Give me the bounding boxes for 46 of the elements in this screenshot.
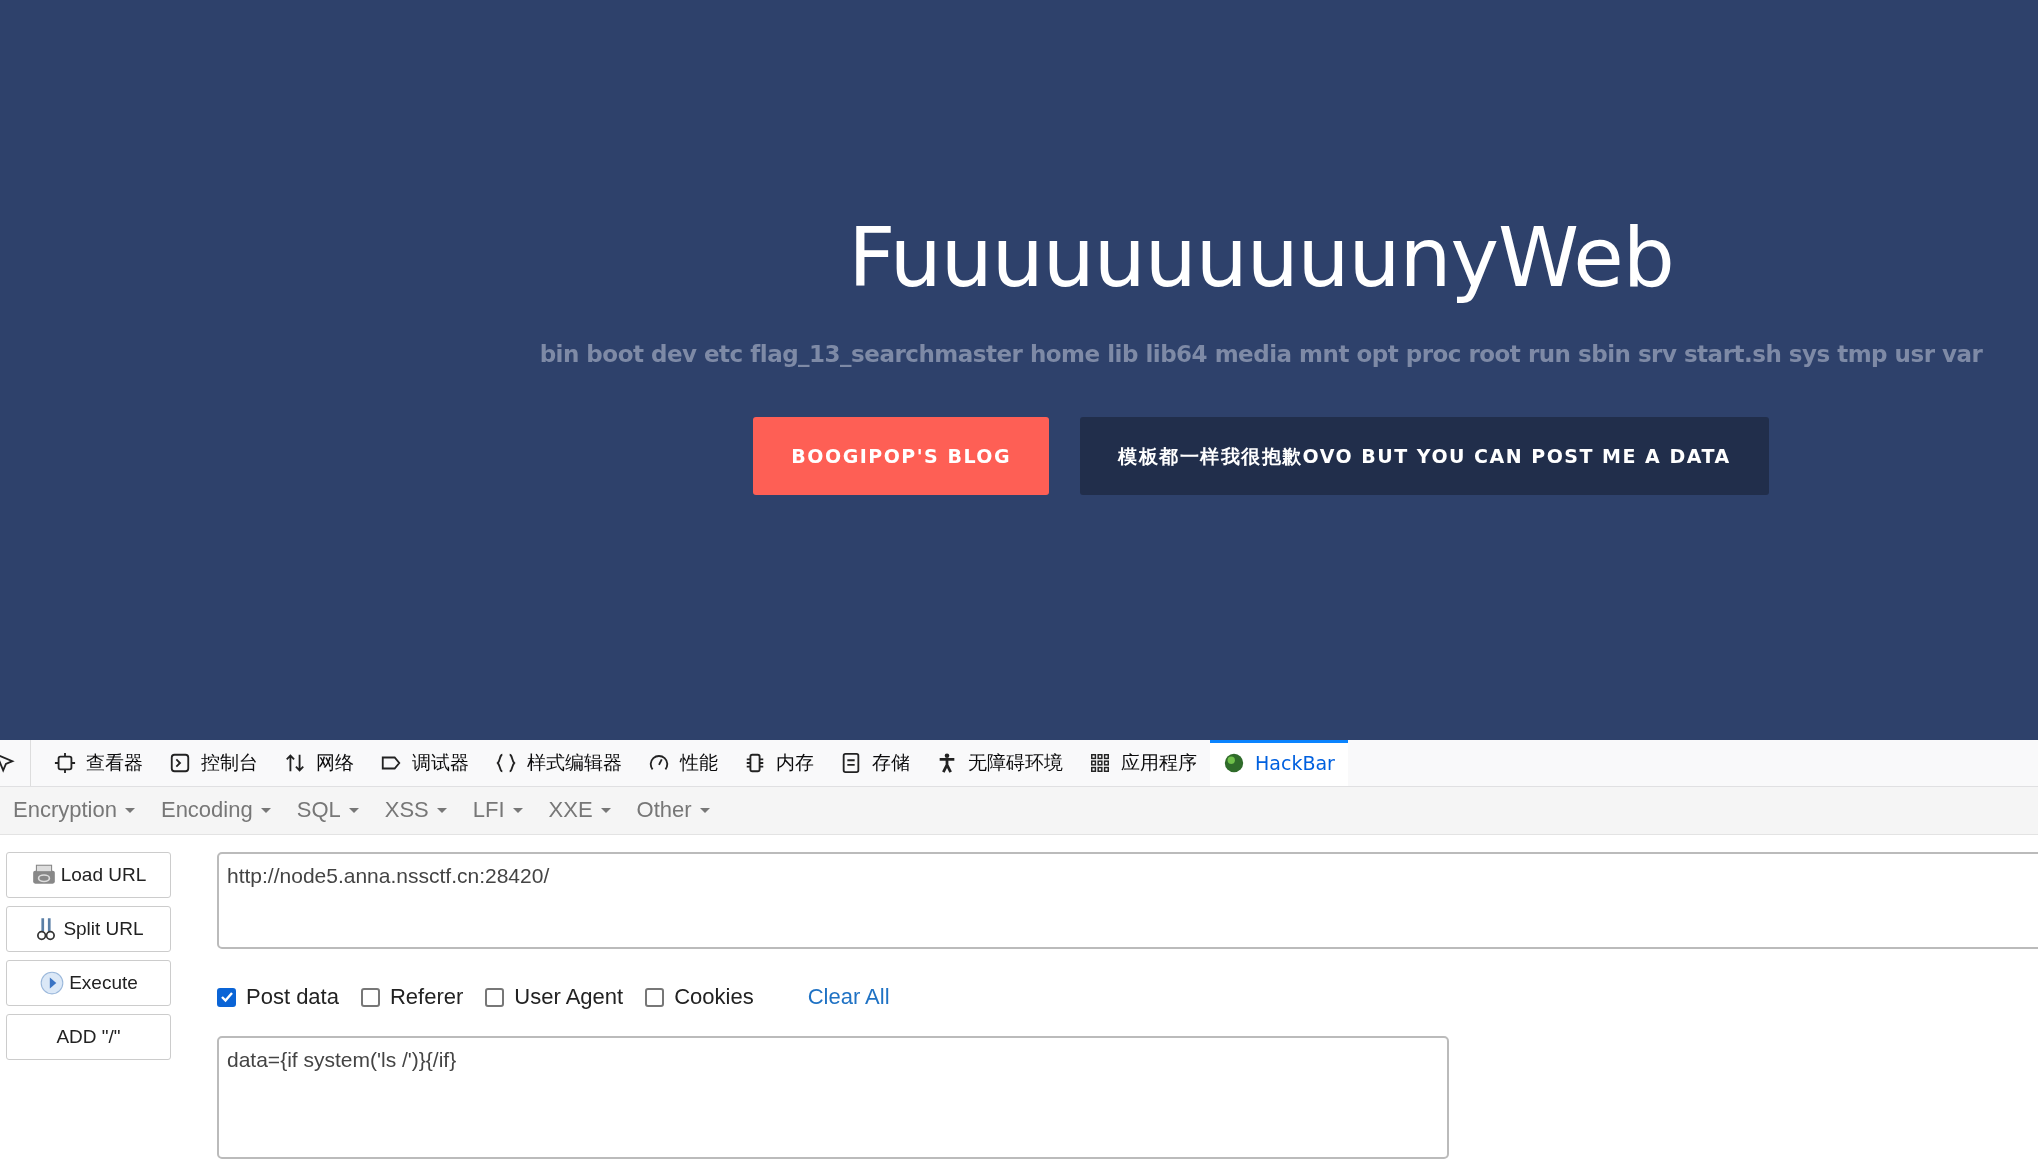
devtools-tab[interactable]: 网络 bbox=[271, 740, 367, 786]
menu-dropdown[interactable]: XSS bbox=[371, 797, 460, 824]
checkbox-label: User Agent bbox=[514, 984, 624, 1011]
cursor-icon[interactable] bbox=[0, 752, 16, 774]
devtools-tab[interactable]: 查看器 bbox=[41, 740, 156, 786]
menu-dropdown[interactable]: Encryption bbox=[0, 797, 148, 824]
clear-all-link[interactable]: Clear All bbox=[807, 984, 890, 1011]
menu-dropdown[interactable]: LFI bbox=[459, 797, 536, 824]
arrows-icon bbox=[284, 752, 306, 774]
devtools-tab[interactable]: 内存 bbox=[731, 740, 827, 786]
crosshair-icon bbox=[54, 752, 76, 774]
document-icon bbox=[840, 752, 862, 774]
action-button[interactable]: Split URL bbox=[6, 905, 171, 952]
url-field[interactable]: http://node5.anna.nssctf.cn:28420/ bbox=[217, 851, 2038, 950]
action-button[interactable]: ADD "/" bbox=[6, 1013, 171, 1060]
directory-listing: bin boot dev etc flag_13_searchmaster home lib lib64 media mnt opt proc root run sbin srv start.sh sys tmp usr var bbox=[539, 341, 1983, 367]
chip-icon bbox=[744, 752, 766, 774]
menu-dropdown[interactable]: SQL bbox=[283, 797, 372, 824]
menu-dropdown[interactable]: Encoding bbox=[147, 797, 284, 824]
terminal-icon bbox=[169, 752, 191, 774]
menu-dropdown[interactable]: Other bbox=[623, 797, 723, 824]
devtools-tab[interactable]: HackBar bbox=[1210, 740, 1348, 786]
checkbox-label: Post data bbox=[246, 984, 339, 1011]
action-button[interactable]: Execute bbox=[6, 959, 171, 1006]
devtools-tab[interactable]: 性能 bbox=[635, 740, 731, 786]
post-data-field[interactable]: data={if system('ls /')}{/if} bbox=[217, 1035, 1449, 1159]
page-title: FuuuuuuuuuunyWeb bbox=[848, 210, 1674, 305]
checkbox[interactable] bbox=[217, 987, 236, 1007]
action-button[interactable]: Load URL bbox=[6, 851, 171, 898]
checkbox[interactable] bbox=[485, 987, 505, 1007]
braces-icon bbox=[495, 752, 517, 774]
checkbox-label: Referer bbox=[389, 984, 464, 1011]
devtools-tab[interactable]: 应用程序 bbox=[1076, 740, 1210, 786]
devtools-tab[interactable]: 样式编辑器 bbox=[482, 740, 635, 786]
checkbox[interactable] bbox=[360, 987, 380, 1007]
devtools-tab[interactable]: 控制台 bbox=[156, 740, 271, 786]
checkbox[interactable] bbox=[645, 987, 665, 1007]
menu-dropdown[interactable]: XXE bbox=[535, 797, 624, 824]
grid-icon bbox=[1089, 752, 1111, 774]
devtools-tab[interactable]: 调试器 bbox=[367, 740, 482, 786]
checkbox-label: Cookies bbox=[674, 984, 754, 1011]
play-icon bbox=[39, 969, 66, 996]
devtools-tab[interactable]: 存储 bbox=[827, 740, 923, 786]
devtools-tab[interactable]: 无障碍环境 bbox=[923, 740, 1076, 786]
globe-icon bbox=[1223, 752, 1245, 774]
post-data-button[interactable]: 模板都一样我很抱歉OVO BUT YOU CAN POST ME A DATA bbox=[1080, 417, 1769, 495]
